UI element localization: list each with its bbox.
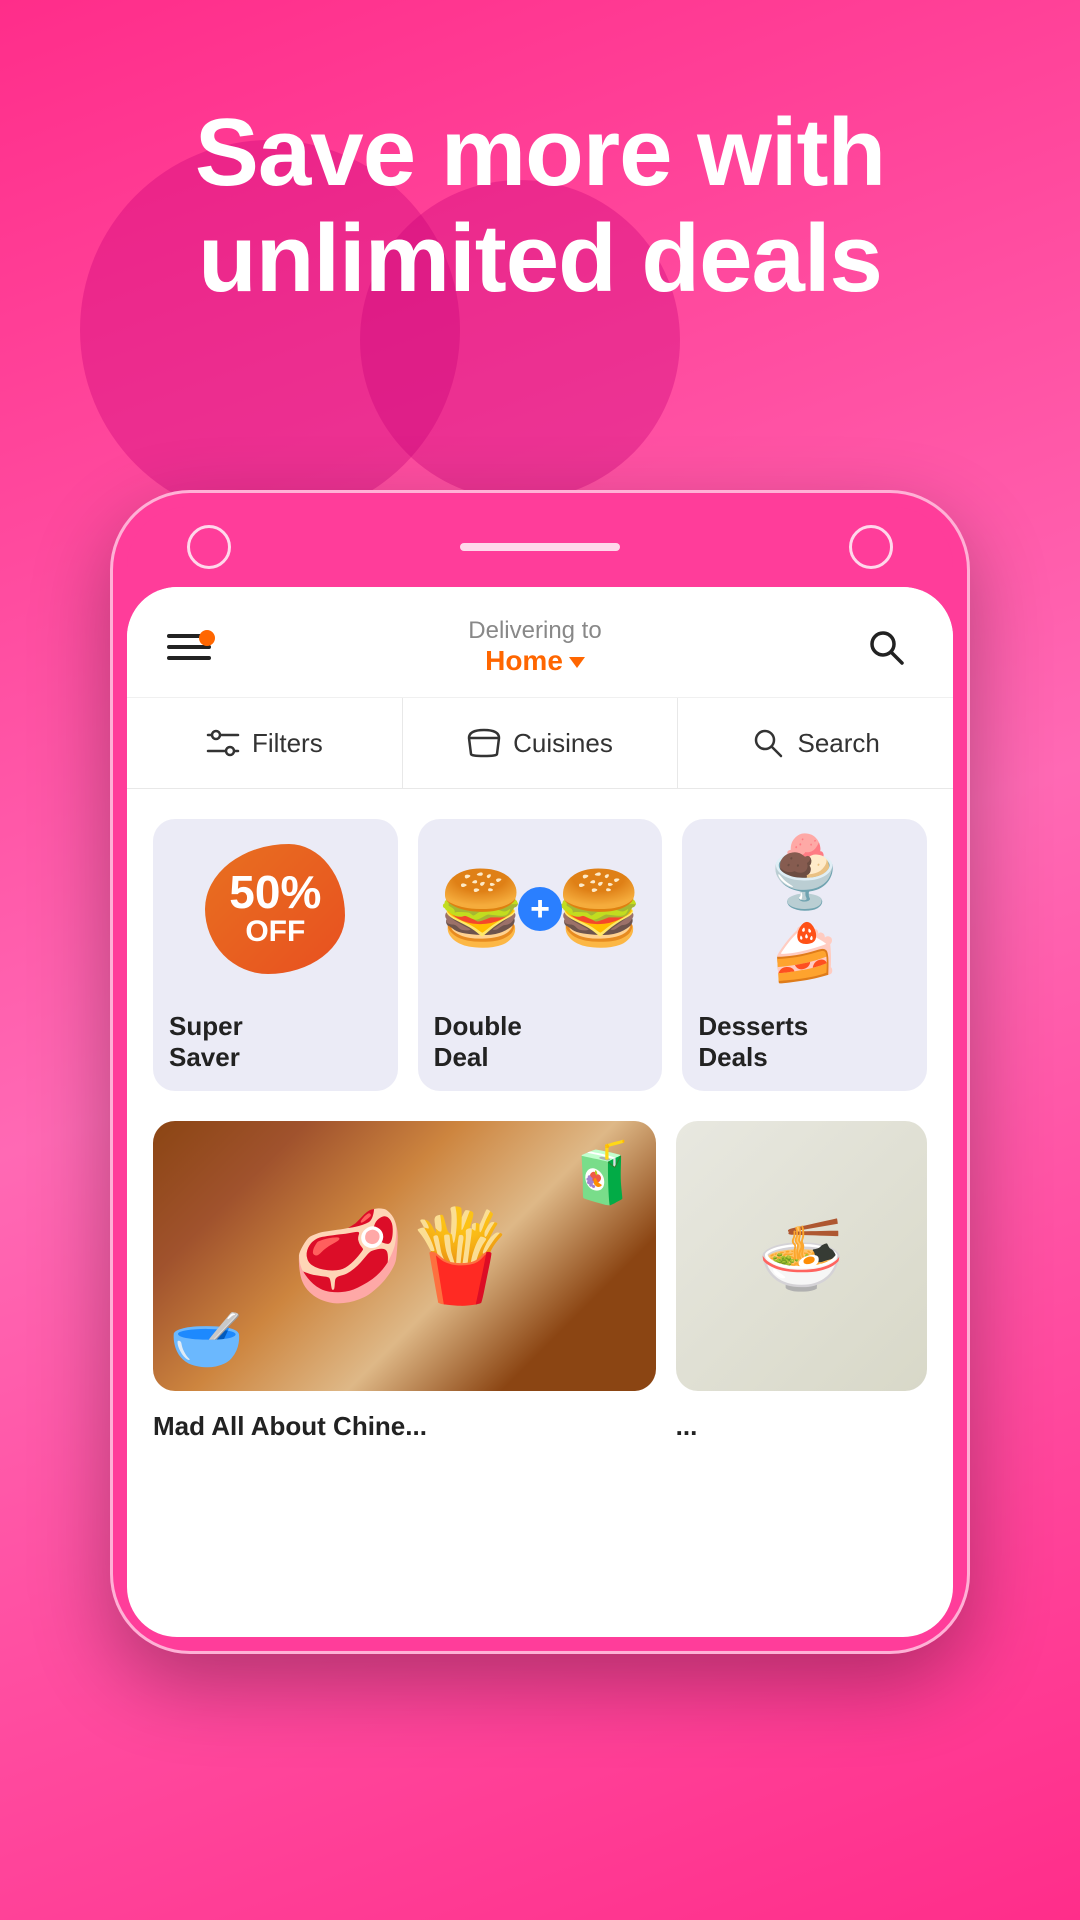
app-header: Delivering to Home	[127, 587, 953, 698]
phone-left-circle	[187, 525, 231, 569]
search-icon	[864, 625, 908, 669]
asian-food-label: ...	[676, 1411, 927, 1442]
hero-title: Save more with unlimited deals	[0, 100, 1080, 311]
desserts-title: DessertsDeals	[682, 999, 927, 1091]
phone-notch	[460, 543, 620, 551]
chinese-food-label: Mad All About Chine...	[153, 1411, 656, 1442]
phone-screen: Delivering to Home	[127, 587, 953, 1637]
cake-icon: 🍰	[770, 920, 840, 986]
menu-button[interactable]	[167, 634, 211, 660]
phone-outer-frame: Delivering to Home	[110, 490, 970, 1654]
chevron-down-icon	[569, 657, 585, 668]
double-deal-imgs: 🍔 + 🍔	[436, 835, 643, 983]
plus-icon: +	[518, 887, 562, 931]
badge-off: OFF	[245, 915, 305, 949]
food-labels-row: Mad All About Chine... ...	[127, 1401, 953, 1462]
burger-right-icon: 🍔	[554, 873, 644, 945]
filter-button[interactable]: Filters	[127, 698, 403, 788]
menu-notification-dot	[199, 630, 215, 646]
phone-mockup: Delivering to Home	[110, 490, 970, 1654]
burger-left-icon: 🍔	[436, 873, 526, 945]
ice-cream-icon: 🍨	[761, 832, 848, 914]
drink-icon: 🧃	[565, 1137, 640, 1208]
search-filter-button[interactable]: Search	[678, 698, 953, 788]
asian-food-card[interactable]: 🍜	[676, 1121, 927, 1391]
cuisines-button[interactable]: Cuisines	[403, 698, 679, 788]
cuisines-icon	[467, 728, 501, 758]
search-filter-icon	[751, 726, 785, 760]
super-saver-image: 50% OFF	[153, 819, 398, 999]
super-saver-card[interactable]: 50% OFF SuperSaver	[153, 819, 398, 1091]
sauce-bowl-icon: 🥣	[169, 1304, 244, 1375]
menu-line-3	[167, 656, 211, 660]
double-deal-image: 🍔 + 🍔	[418, 819, 663, 999]
hero-section: Save more with unlimited deals	[0, 0, 1080, 311]
desserts-card[interactable]: 🍨 🍰 DessertsDeals	[682, 819, 927, 1091]
deals-row: 50% OFF SuperSaver 🍔 + 🍔	[127, 789, 953, 1111]
super-saver-title: SuperSaver	[153, 999, 398, 1091]
location-value[interactable]: Home	[468, 645, 601, 677]
badge-percent: 50%	[229, 869, 321, 915]
desserts-image: 🍨 🍰	[682, 819, 927, 999]
phone-right-circle	[849, 525, 893, 569]
double-deal-title: DoubleDeal	[418, 999, 663, 1091]
chinese-food-card[interactable]: 🥩🍟 🥣 🧃	[153, 1121, 656, 1391]
phone-top-bar	[127, 507, 953, 587]
double-deal-card[interactable]: 🍔 + 🍔 DoubleDeal	[418, 819, 663, 1091]
header-search-button[interactable]	[859, 620, 913, 674]
filters-label: Filters	[252, 728, 323, 759]
filters-icon	[206, 729, 240, 757]
cuisines-label: Cuisines	[513, 728, 613, 759]
super-saver-badge: 50% OFF	[205, 844, 345, 974]
food-photo-row: 🥩🍟 🥣 🧃 🍜	[127, 1111, 953, 1401]
location-text: Home	[485, 645, 563, 677]
filter-bar: Filters Cuisines Search	[127, 698, 953, 789]
location-selector[interactable]: Delivering to Home	[468, 617, 601, 677]
desserts-imgs: 🍨 🍰	[761, 832, 848, 986]
asian-food-image: 🍜	[676, 1121, 927, 1391]
search-filter-label: Search	[797, 728, 879, 759]
delivering-to-label: Delivering to	[468, 617, 601, 645]
